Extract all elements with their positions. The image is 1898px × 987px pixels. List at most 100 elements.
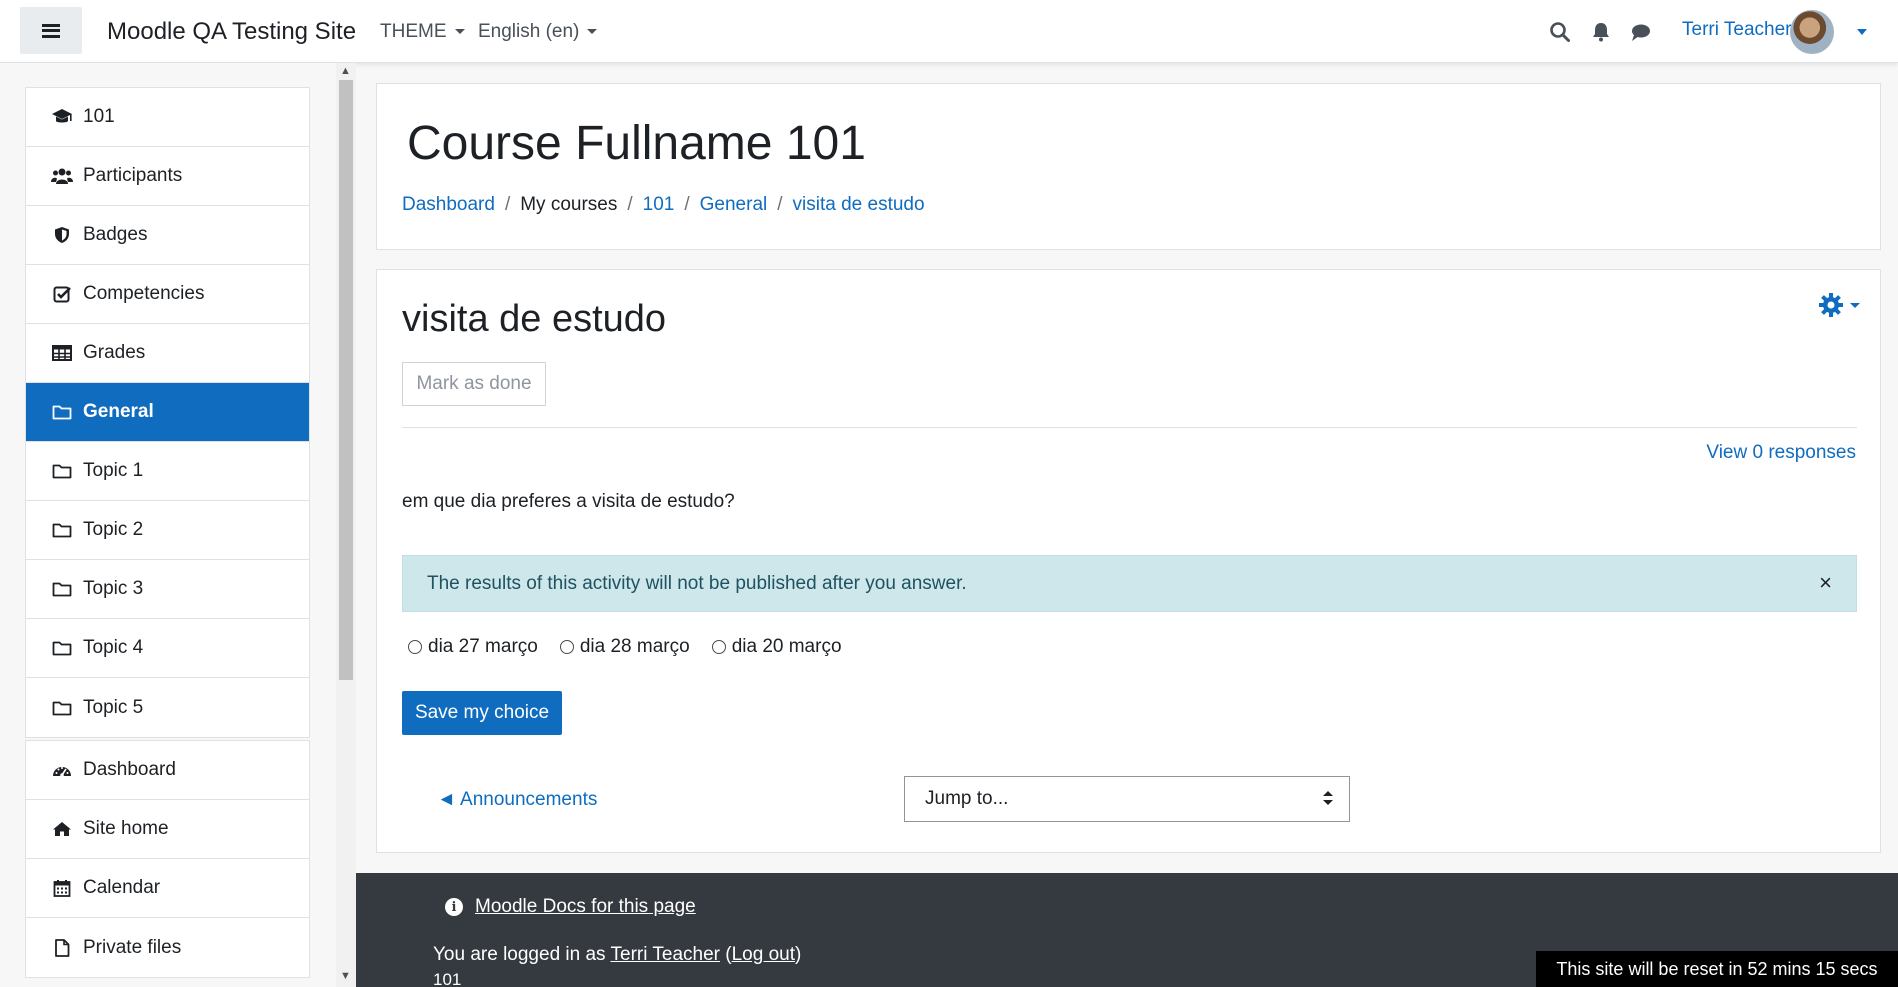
breadcrumb-section[interactable]: General (700, 194, 768, 215)
sidebar-item-label: Topic 2 (83, 519, 144, 540)
sidebar-item-label: Private files (83, 936, 182, 958)
navbar: Moodle QA Testing Site THEME English (en… (0, 0, 1898, 63)
shield-icon (51, 225, 73, 245)
mark-as-done-button[interactable]: Mark as done (402, 362, 546, 406)
calendar-icon (51, 878, 73, 898)
breadcrumb-my-courses: My courses (520, 194, 618, 215)
sidebar-item-topic-5[interactable]: Topic 5 (26, 678, 309, 737)
breadcrumb-dashboard[interactable]: Dashboard (402, 194, 495, 215)
sidebar-item-topic-2[interactable]: Topic 2 (26, 501, 309, 560)
sidebar-item-badges[interactable]: Badges (26, 206, 309, 265)
sidebar-item-grades[interactable]: Grades (26, 324, 309, 383)
sidebar-item-competencies[interactable]: Competencies (26, 265, 309, 324)
avatar[interactable] (1790, 10, 1834, 54)
sidebar-item-site-home[interactable]: Site home (26, 800, 309, 859)
language-menu[interactable]: English (en) (478, 21, 598, 43)
sidebar-item-dashboard[interactable]: Dashboard (26, 741, 309, 800)
sidebar-item-label: Calendar (83, 877, 161, 898)
page-title: Course Fullname 101 (407, 117, 866, 170)
table-icon (51, 343, 73, 363)
radio-button[interactable] (559, 640, 574, 654)
sidebar-item-topic-4[interactable]: Topic 4 (26, 619, 309, 678)
theme-menu[interactable]: THEME (380, 21, 465, 43)
gear-icon (1819, 293, 1843, 317)
choice-question: em que dia preferes a visita de estudo? (402, 491, 735, 512)
sidebar-item-label: General (83, 401, 154, 422)
info-alert: The results of this activity will not be… (402, 555, 1857, 612)
view-responses-link[interactable]: View 0 responses (1706, 442, 1856, 464)
choice-option-label: dia 27 março (428, 636, 538, 657)
radio-button[interactable] (711, 640, 726, 654)
sidebar-item-label: Participants (83, 165, 183, 186)
site-name[interactable]: Moodle QA Testing Site (107, 18, 356, 46)
moodle-docs-link-label: Moodle Docs for this page (475, 896, 696, 917)
sidebar-item-101[interactable]: 101 (26, 88, 309, 147)
breadcrumb-separator: / (684, 194, 690, 215)
hamburger-icon (42, 23, 60, 38)
chevron-down-icon (454, 29, 465, 35)
sidebar-item-topic-3[interactable]: Topic 3 (26, 560, 309, 619)
breadcrumb-activity[interactable]: visita de estudo (793, 194, 925, 215)
chat-icon[interactable] (1630, 21, 1652, 43)
divider (402, 427, 1857, 428)
user-menu-chevron-icon[interactable] (1857, 29, 1867, 35)
sidebar-item-participants[interactable]: Participants (26, 147, 309, 206)
footer-course-link[interactable]: 101 (433, 970, 461, 987)
page-header: Course Fullname 101 Dashboard / My courses… (376, 83, 1881, 250)
profile-link[interactable]: Terri Teacher (611, 944, 720, 965)
check-square-icon (51, 284, 73, 304)
chevron-down-icon (587, 29, 598, 35)
graduation-cap-icon (51, 107, 73, 127)
scroll-up-icon[interactable]: ▲ (340, 65, 351, 77)
activity-title: visita de estudo (402, 298, 667, 340)
choice-option[interactable]: dia 27 março (408, 636, 538, 658)
breadcrumb-course[interactable]: 101 (643, 194, 675, 215)
sidebar-item-private-files[interactable]: Private files (26, 918, 309, 977)
choice-option[interactable]: dia 20 março (711, 636, 842, 658)
activity-region: visita de estudo Mark as done View 0 res… (376, 269, 1881, 853)
previous-activity-link[interactable]: ◄ Announcements (437, 789, 597, 811)
jump-to-select[interactable]: Jump to... (904, 776, 1350, 822)
breadcrumb-separator: / (777, 194, 783, 215)
login-info: You are logged in as Terri Teacher (Log … (433, 944, 801, 966)
moodle-docs-link[interactable]: i Moodle Docs for this page (445, 896, 696, 918)
drawer-toggle-button[interactable] (20, 7, 82, 54)
sidebar-item-calendar[interactable]: Calendar (26, 859, 309, 918)
login-info-paren: ) (795, 944, 802, 965)
sidebar-item-label: Site home (83, 818, 169, 839)
home-icon (51, 819, 73, 839)
breadcrumb: Dashboard / My courses / 101 / General / visita … (402, 194, 925, 216)
dashboard-icon (51, 760, 73, 780)
save-my-choice-button[interactable]: Save my choice (402, 691, 562, 735)
folder-icon (51, 402, 73, 422)
chevron-down-icon (1850, 302, 1860, 308)
select-arrows-icon (1323, 791, 1333, 807)
site-nav-list: Dashboard Site home Calendar Private files (25, 740, 310, 978)
folder-icon (51, 698, 73, 718)
close-icon[interactable]: × (1819, 572, 1832, 594)
radio-button[interactable] (408, 640, 422, 654)
breadcrumb-separator: / (504, 194, 511, 215)
sidebar-item-topic-1[interactable]: Topic 1 (26, 442, 309, 501)
sidebar-item-label: Topic 5 (83, 696, 144, 718)
search-icon[interactable] (1549, 21, 1571, 43)
activity-settings-menu[interactable] (1818, 292, 1860, 318)
choice-option-label: dia 28 março (579, 636, 690, 657)
user-menu-name[interactable]: Terri Teacher (1682, 19, 1791, 41)
scrollbar-thumb[interactable] (339, 80, 353, 680)
bell-icon[interactable] (1590, 21, 1612, 43)
file-icon (51, 938, 73, 958)
nav-drawer: 101 Participants Badges Competencies Grades G… (0, 63, 356, 987)
language-menu-label: English (en) (478, 21, 580, 42)
sidebar-item-general[interactable]: General (26, 383, 309, 442)
scroll-down-icon[interactable]: ▼ (340, 970, 351, 982)
folder-icon (51, 461, 73, 481)
login-info-prefix: You are logged in as (433, 944, 611, 965)
drawer-scrollbar[interactable]: ▲ ▼ (336, 63, 356, 987)
login-info-paren: ( (719, 944, 732, 965)
choice-option[interactable]: dia 28 março (559, 636, 690, 658)
logout-link[interactable]: Log out (732, 944, 795, 965)
breadcrumb-separator: / (627, 194, 633, 215)
folder-icon (51, 579, 73, 599)
sidebar-item-label: Badges (83, 224, 148, 245)
